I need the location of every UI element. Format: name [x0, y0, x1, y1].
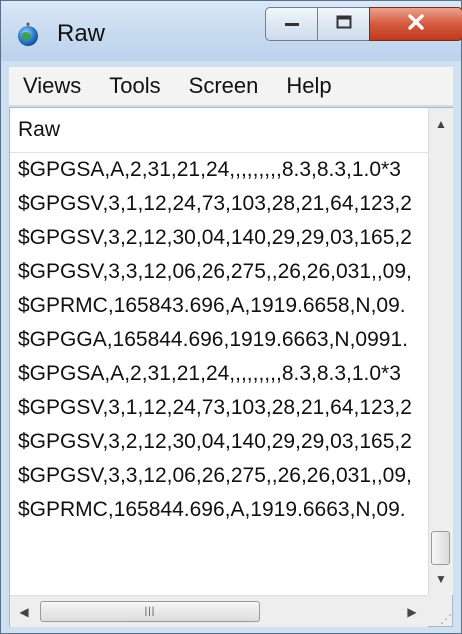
list-item[interactable]: $GPGSV,3,2,12,30,04,140,29,29,03,165,2 — [10, 221, 428, 255]
scroll-down-arrow-icon[interactable]: ▼ — [429, 567, 453, 591]
vertical-scroll-thumb[interactable] — [431, 531, 450, 565]
grip-lines-icon: ||| — [144, 606, 156, 617]
close-icon — [406, 13, 426, 36]
title-bar[interactable]: Raw — [1, 1, 462, 61]
window-title: Raw — [57, 20, 106, 47]
minimize-icon — [283, 15, 301, 33]
list-item[interactable]: $GPGSV,3,3,12,06,26,275,,26,26,031,,09, — [10, 255, 428, 289]
list-item[interactable]: $GPGSV,3,2,12,30,04,140,29,29,03,165,2 — [10, 425, 428, 459]
list-item[interactable]: $GPRMC,165843.696,A,1919.6658,N,09. — [10, 289, 428, 323]
vertical-scrollbar[interactable]: ▲ ▼ — [428, 108, 453, 595]
list-item[interactable]: $GPGSV,3,1,12,24,73,103,28,21,64,123,2 — [10, 187, 428, 221]
list-item[interactable]: $GPGGA,165844.696,1919.6663,N,0991. — [10, 323, 428, 357]
menu-tools[interactable]: Tools — [109, 73, 160, 99]
caption-buttons — [265, 7, 462, 43]
horizontal-scrollbar[interactable]: ◀ ||| ▶ — [10, 595, 428, 627]
menu-views[interactable]: Views — [23, 73, 81, 99]
list-item[interactable]: $GPGSA,A,2,31,21,24,,,,,,,,,8.3,8.3,1.0*… — [10, 357, 428, 391]
app-window: Raw Views Tools Screen Help Raw $GPGSA,A… — [0, 0, 462, 634]
list-item[interactable]: $GPGSV,3,3,12,06,26,275,,26,26,031,,09, — [10, 459, 428, 493]
list-item[interactable]: $GPGSA,A,2,31,21,24,,,,,,,,,8.3,8.3,1.0*… — [10, 153, 428, 187]
menu-screen[interactable]: Screen — [189, 73, 259, 99]
scroll-left-arrow-icon[interactable]: ◀ — [10, 596, 38, 627]
minimize-button[interactable] — [265, 7, 317, 41]
list-item[interactable]: $GPRMC,165844.696,A,1919.6663,N,09. — [10, 493, 428, 527]
column-header-raw[interactable]: Raw — [10, 108, 428, 153]
maximize-button[interactable] — [317, 7, 369, 41]
raw-nmea-list[interactable]: Raw $GPGSA,A,2,31,21,24,,,,,,,,,8.3,8.3,… — [10, 108, 428, 595]
globe-icon — [15, 21, 41, 47]
scroll-right-arrow-icon[interactable]: ▶ — [398, 596, 426, 627]
menu-bar: Views Tools Screen Help — [9, 67, 453, 106]
resize-grip-icon[interactable]: ⋰ — [428, 595, 452, 626]
horizontal-scroll-thumb[interactable]: ||| — [40, 601, 260, 622]
maximize-icon — [335, 14, 353, 35]
raw-data-panel: Raw $GPGSA,A,2,31,21,24,,,,,,,,,8.3,8.3,… — [9, 107, 453, 627]
close-button[interactable] — [369, 7, 462, 41]
menu-help[interactable]: Help — [286, 73, 331, 99]
list-item[interactable]: $GPGSV,3,1,12,24,73,103,28,21,64,123,2 — [10, 391, 428, 425]
scroll-up-arrow-icon[interactable]: ▲ — [429, 112, 453, 136]
